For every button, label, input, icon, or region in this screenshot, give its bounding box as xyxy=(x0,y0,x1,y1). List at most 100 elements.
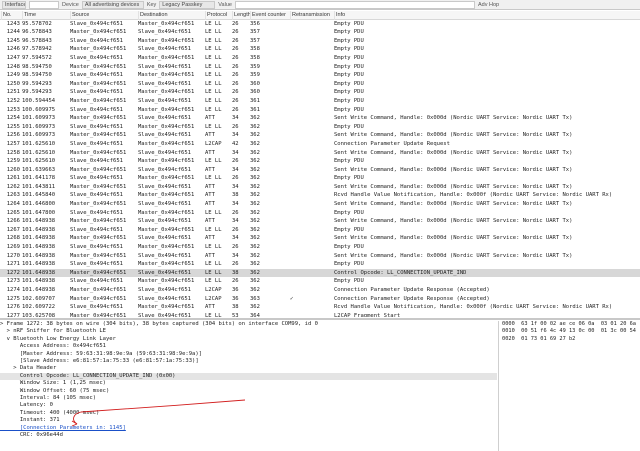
packet-row[interactable]: 1276 102.609722 Slave_0x494cf651 Master_0x4… xyxy=(0,303,640,312)
detail-line[interactable]: v Bluetooth Low Energy Link Layer xyxy=(0,336,497,343)
detail-line[interactable]: Access Address: 0x494cf651 xyxy=(0,343,497,350)
packet-row[interactable]: 1243 95.578702 Slave_0x494cf651 Master_0x49… xyxy=(0,20,640,29)
packet-row[interactable]: 1271 101.648938 Slave_0x494cf651 Master_0x4… xyxy=(0,260,640,269)
col-length-header[interactable]: Length xyxy=(232,11,251,20)
packet-row[interactable]: 1246 97.578942 Master_0x494cf651 Slave_0x49… xyxy=(0,45,640,54)
interface-dropdown[interactable] xyxy=(29,0,59,9)
packet-bytes-pane[interactable]: 0000 63 1f 00 02 ae ce 06 0a 03 01 20 6a… xyxy=(498,321,640,451)
detail-line[interactable]: [Slave Address: e6:81:57:1a:75:33 (e6:81… xyxy=(0,358,497,365)
col-no-cell: 1245 xyxy=(6,37,20,44)
packet-row[interactable]: 1255 101.609973 Slave_0x494cf651 Master_0x4… xyxy=(0,123,640,132)
detail-line[interactable]: CRC: 0x96e44d xyxy=(0,432,497,439)
packet-row[interactable]: 1258 101.625610 Master_0x494cf651 Slave_0x4… xyxy=(0,149,640,158)
packet-row[interactable]: 1263 101.645840 Slave_0x494cf651 Master_0x4… xyxy=(0,191,640,200)
col-protocol-cell: LE LL xyxy=(205,158,222,165)
col-length-cell: 26 xyxy=(232,106,239,113)
col-protocol-header[interactable]: Protocol xyxy=(205,11,227,20)
packet-row[interactable]: 1261 101.641178 Slave_0x494cf651 Master_0x4… xyxy=(0,174,640,183)
pane-divider[interactable] xyxy=(0,318,640,320)
col-info-cell: Sent Write Command, Handle: 0x000d (Nord… xyxy=(334,218,573,225)
packet-row[interactable]: 1252 100.594454 Master_0x494cf651 Slave_0x4… xyxy=(0,97,640,106)
col-retransmission-header[interactable]: Retransmission xyxy=(290,11,330,20)
packet-row[interactable]: 1250 99.594293 Master_0x494cf651 Slave_0x49… xyxy=(0,80,640,89)
packet-details-pane[interactable]: > Frame 1272: 38 bytes on wire (304 bits… xyxy=(0,321,497,451)
detail-line[interactable]: > Frame 1272: 38 bytes on wire (304 bits… xyxy=(0,321,497,328)
col-destination-cell: Master_0x494cf651 xyxy=(138,89,195,96)
packet-row[interactable]: 1244 96.578843 Master_0x494cf651 Slave_0x49… xyxy=(0,28,640,37)
col-time-cell: 101.648938 xyxy=(22,218,56,225)
key-dropdown[interactable]: Legacy Passkey xyxy=(159,0,216,9)
col-no-cell: 1265 xyxy=(6,209,20,216)
col-destination-cell: Slave_0x494cf651 xyxy=(138,46,191,53)
packet-row[interactable]: 1262 101.643811 Master_0x494cf651 Slave_0x4… xyxy=(0,183,640,192)
packet-row[interactable]: 1272 101.648938 Master_0x494cf651 Slave_0x4… xyxy=(0,268,640,278)
packet-row[interactable]: 1260 101.639663 Master_0x494cf651 Slave_0x4… xyxy=(0,166,640,175)
packet-row[interactable]: 1265 101.647800 Slave_0x494cf651 Master_0x4… xyxy=(0,209,640,218)
col-time-header[interactable]: Time xyxy=(22,11,36,20)
bytes-hex[interactable]: 01 73 01 69 27 b2 xyxy=(521,336,575,342)
detail-line[interactable]: [Connection Parameters in: 1145] xyxy=(0,425,497,432)
col-info-header[interactable]: Info xyxy=(334,11,345,20)
col-destination-cell: Slave_0x494cf651 xyxy=(138,252,191,259)
detail-line[interactable]: > Data Header xyxy=(0,365,497,372)
packet-row[interactable]: 1268 101.648938 Master_0x494cf651 Slave_0x4… xyxy=(0,234,640,243)
col-destination-cell: Slave_0x494cf651 xyxy=(138,115,191,122)
col-length-cell: 34 xyxy=(232,166,239,173)
packet-row[interactable]: 1256 101.609973 Master_0x494cf651 Slave_0x4… xyxy=(0,131,640,140)
packet-row[interactable]: 1273 101.648938 Slave_0x494cf651 Master_0x4… xyxy=(0,277,640,286)
col-source-cell: Master_0x494cf651 xyxy=(70,46,127,53)
col-no-header[interactable]: No. xyxy=(1,11,12,20)
packet-row[interactable]: 1269 101.648938 Slave_0x494cf651 Master_0x4… xyxy=(0,243,640,252)
col-source-cell: Slave_0x494cf651 xyxy=(70,209,123,216)
col-event-counter-cell: 359 xyxy=(250,63,260,70)
col-destination-cell: Slave_0x494cf651 xyxy=(138,166,191,173)
packet-row[interactable]: 1249 98.594750 Slave_0x494cf651 Master_0x49… xyxy=(0,71,640,80)
detail-line[interactable]: > nRF Sniffer for Bluetooth LE xyxy=(0,328,497,335)
col-event-counter-header[interactable]: Event counter xyxy=(250,11,286,20)
col-length-cell: 26 xyxy=(232,54,239,61)
detail-line[interactable]: Control Opcode: LL_CONNECTION_UPDATE_IND… xyxy=(0,372,497,381)
packet-row[interactable]: 1264 101.646800 Master_0x494cf651 Slave_0x4… xyxy=(0,200,640,209)
packet-row[interactable]: 1259 101.625610 Slave_0x494cf651 Master_0x4… xyxy=(0,157,640,166)
value-input[interactable] xyxy=(234,0,475,9)
detail-line[interactable]: Timeout: 400 (4000 msec) xyxy=(0,410,497,417)
packet-row[interactable]: 1257 101.625610 Slave_0x494cf651 Master_0x4… xyxy=(0,140,640,149)
detail-line[interactable]: Window Offset: 60 (75 msec) xyxy=(0,388,497,395)
packet-row[interactable]: 1266 101.648938 Master_0x494cf651 Slave_0x4… xyxy=(0,217,640,226)
packet-row[interactable]: 1270 101.648938 Master_0x494cf651 Slave_0x4… xyxy=(0,252,640,261)
col-time-cell: 96.578843 xyxy=(22,29,52,36)
col-source-header[interactable]: Source xyxy=(70,11,89,20)
col-no-cell: 1276 xyxy=(6,304,20,311)
bytes-hex[interactable]: 00 51 f6 4c 49 13 0c 00 01 3c 00 54 xyxy=(521,328,636,334)
detail-line[interactable]: Window Size: 1 (1,25 msec) xyxy=(0,380,497,387)
packet-row[interactable]: 1251 99.594293 Slave_0x494cf651 Master_0x49… xyxy=(0,88,640,97)
interface-selector[interactable]: Interface xyxy=(2,0,26,9)
col-info-cell: Control Opcode: LL_CONNECTION_UPDATE_IND xyxy=(334,269,467,276)
col-protocol-cell: LE LL xyxy=(205,46,222,53)
packet-row[interactable]: 1247 97.594572 Slave_0x494cf651 Master_0x49… xyxy=(0,54,640,63)
col-source-cell: Slave_0x494cf651 xyxy=(70,123,123,130)
packet-row[interactable]: 1267 101.648938 Slave_0x494cf651 Master_0x4… xyxy=(0,226,640,235)
packet-row[interactable]: 1274 101.648938 Master_0x494cf651 Slave_0x4… xyxy=(0,286,640,295)
packet-row[interactable]: 1253 100.609975 Slave_0x494cf651 Master_0x4… xyxy=(0,106,640,115)
col-event-counter-cell: 362 xyxy=(250,132,260,139)
detail-line[interactable]: Latency: 0 xyxy=(0,402,497,409)
adv-hop-label[interactable]: Adv Hop xyxy=(478,2,499,8)
detail-line[interactable]: Instant: 371 xyxy=(0,417,497,424)
col-source-cell: Master_0x494cf651 xyxy=(70,132,127,139)
detail-line[interactable]: [Master Address: 59:63:31:98:9e:9a (59:6… xyxy=(0,351,497,358)
col-info-cell: Sent Write Command, Handle: 0x000d (Nord… xyxy=(334,183,573,190)
packet-row[interactable]: 1248 98.594750 Master_0x494cf651 Slave_0x49… xyxy=(0,63,640,72)
device-dropdown[interactable]: All advertising devices xyxy=(81,0,144,9)
packet-list[interactable]: No. Time Source Destination Protocol Length Ev… xyxy=(0,11,640,317)
col-protocol-cell: LE LL xyxy=(205,226,222,233)
col-event-counter-cell: 362 xyxy=(250,218,260,225)
packet-row[interactable]: 1245 96.578843 Slave_0x494cf651 Master_0x49… xyxy=(0,37,640,46)
packet-row[interactable]: 1254 101.609973 Master_0x494cf651 Slave_0x4… xyxy=(0,114,640,123)
packet-row[interactable]: 1275 102.609707 Master_0x494cf651 Slave_0x4… xyxy=(0,295,640,304)
col-info-cell: Empty PDU xyxy=(334,261,364,268)
bytes-hex[interactable]: 63 1f 00 02 ae ce 06 0a 03 01 20 6a xyxy=(521,321,636,327)
col-destination-header[interactable]: Destination xyxy=(138,11,168,20)
packet-row[interactable]: 1277 103.625708 Master_0x494cf651 Slave_0x4… xyxy=(0,312,640,317)
detail-line[interactable]: Interval: 84 (105 msec) xyxy=(0,395,497,402)
